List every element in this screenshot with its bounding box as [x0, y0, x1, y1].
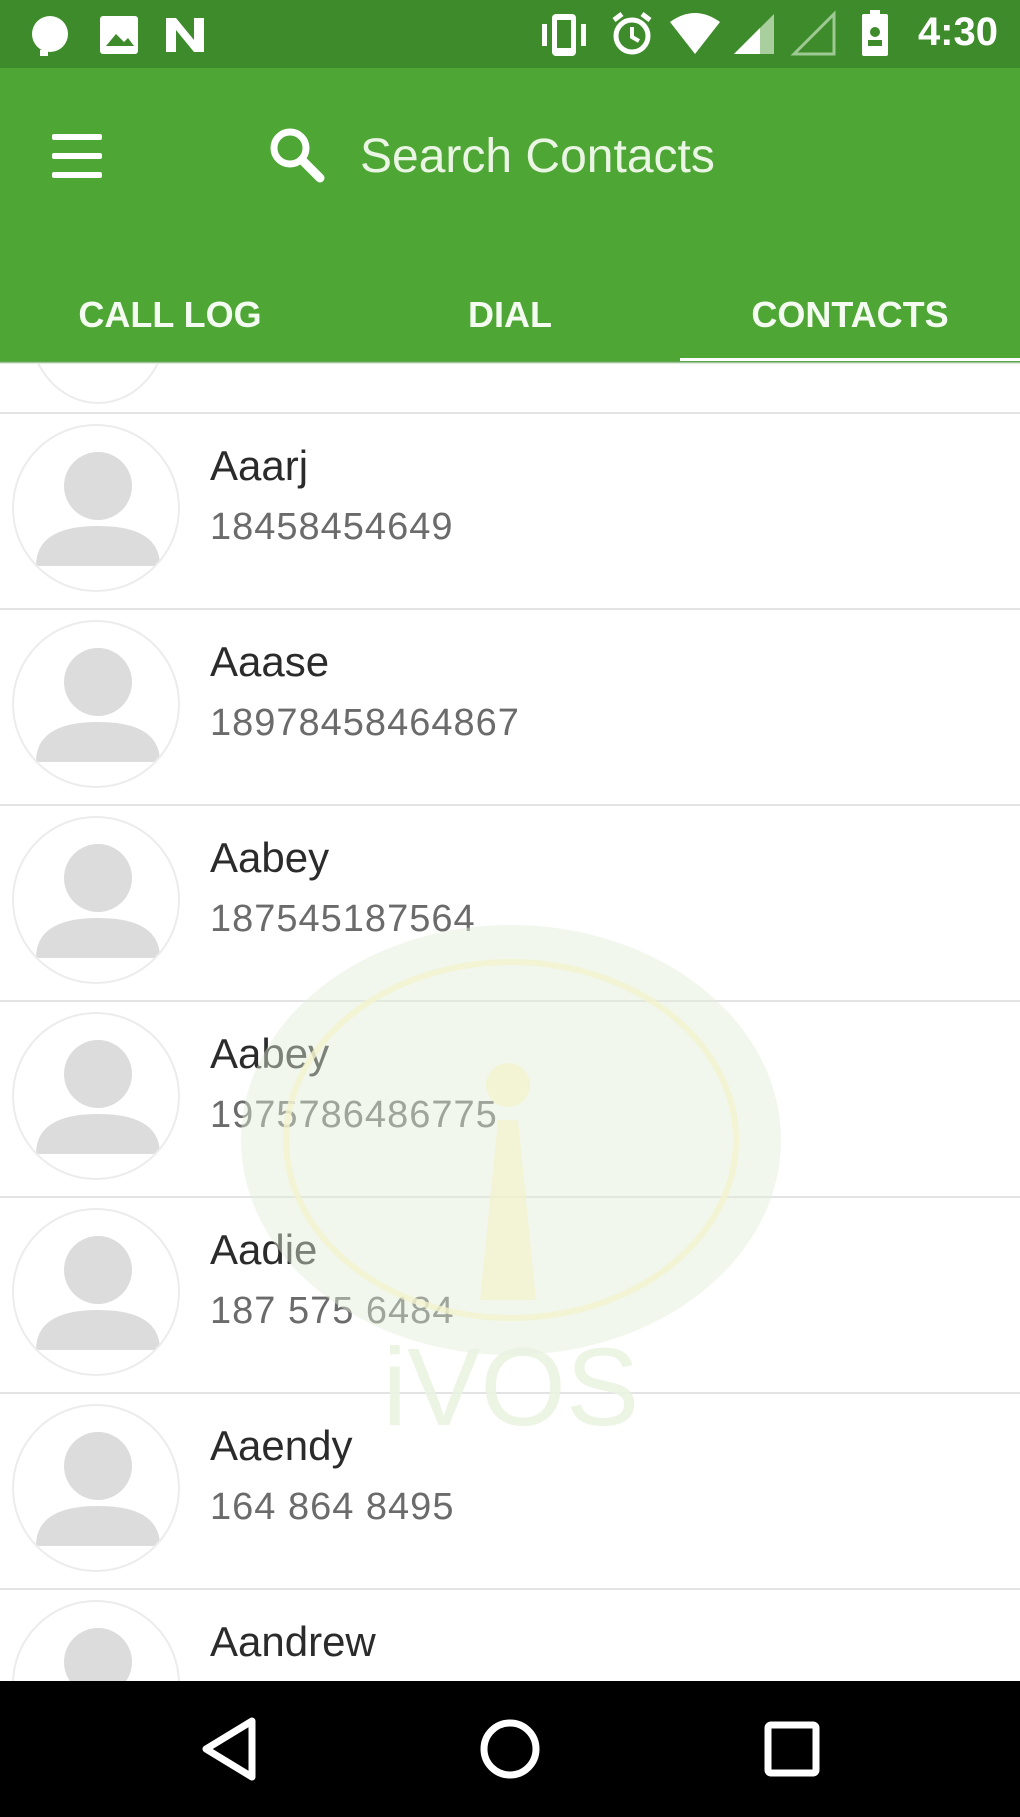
avatar	[12, 424, 180, 592]
contact-row[interactable]: Aandrew	[0, 1588, 1020, 1681]
contact-row[interactable]: Aaase 18978458464867	[0, 608, 1020, 804]
alarm-icon	[612, 12, 652, 55]
contact-name: Aaase	[210, 638, 330, 685]
avatar	[28, 364, 168, 404]
image-icon	[100, 16, 138, 54]
search-icon[interactable]	[262, 120, 332, 190]
tab-call-log[interactable]: CALL LOG	[0, 268, 340, 361]
signal-empty-icon	[790, 10, 836, 56]
avatar	[12, 1404, 180, 1572]
avatar	[12, 1012, 180, 1180]
tab-bar: CALL LOG DIAL CONTACTS	[0, 268, 1020, 361]
n-icon	[166, 18, 204, 52]
wifi-icon	[670, 13, 720, 54]
contact-number: 187545187564	[210, 898, 476, 940]
vibrate-icon	[542, 14, 586, 56]
contact-name: Aabey	[210, 1030, 330, 1077]
avatar	[12, 1600, 180, 1681]
menu-icon	[52, 134, 102, 140]
contact-name: Aabey	[210, 834, 330, 881]
contact-name: Aadie	[210, 1226, 318, 1273]
tab-dial[interactable]: DIAL	[340, 268, 680, 361]
contact-number: 1975786486775	[210, 1094, 498, 1136]
contact-row[interactable]: Aaendy 164 864 8495	[0, 1392, 1020, 1588]
back-icon[interactable]	[192, 1709, 272, 1789]
contact-number: 164 864 8495	[210, 1486, 455, 1528]
contact-row[interactable]: Aaarj 18458454649	[0, 412, 1020, 608]
person-icon	[36, 844, 160, 958]
recents-icon[interactable]	[752, 1709, 832, 1789]
tab-contacts[interactable]: CONTACTS	[680, 268, 1020, 361]
app-bar: Search Contacts CALL LOG DIAL CONTACTS	[0, 68, 1020, 364]
menu-button[interactable]	[46, 128, 112, 184]
search-input[interactable]: Search Contacts	[360, 122, 715, 192]
contact-number: 187 575 6484	[210, 1290, 455, 1332]
navigation-bar	[0, 1681, 1020, 1817]
partial-list-item	[0, 364, 1020, 414]
status-bar: 4:30	[0, 0, 1020, 68]
contact-name: Aandrew	[210, 1618, 376, 1665]
battery-icon	[862, 10, 888, 56]
person-icon	[36, 1432, 160, 1546]
status-time: 4:30	[917, 10, 998, 54]
avatar	[12, 816, 180, 984]
chat-bubble-icon	[32, 16, 68, 56]
contact-number: 18458454649	[210, 506, 454, 548]
contact-list[interactable]: Aaarj 18458454649 Aaase 18978458464867 A…	[0, 364, 1020, 1681]
contact-name: Aaendy	[210, 1422, 353, 1469]
person-icon	[36, 1236, 160, 1350]
contact-row[interactable]: Aabey 187545187564	[0, 804, 1020, 1000]
person-icon	[64, 1628, 132, 1681]
avatar	[12, 620, 180, 788]
signal-icon	[734, 14, 774, 54]
home-icon[interactable]	[470, 1709, 550, 1789]
avatar	[12, 1208, 180, 1376]
contact-row[interactable]: Aadie 187 575 6484	[0, 1196, 1020, 1392]
person-icon	[36, 648, 160, 762]
person-icon	[36, 1040, 160, 1154]
person-icon	[36, 452, 160, 566]
contact-row[interactable]: Aabey 1975786486775	[0, 1000, 1020, 1196]
contact-name: Aaarj	[210, 442, 309, 489]
contact-number: 18978458464867	[210, 702, 520, 744]
